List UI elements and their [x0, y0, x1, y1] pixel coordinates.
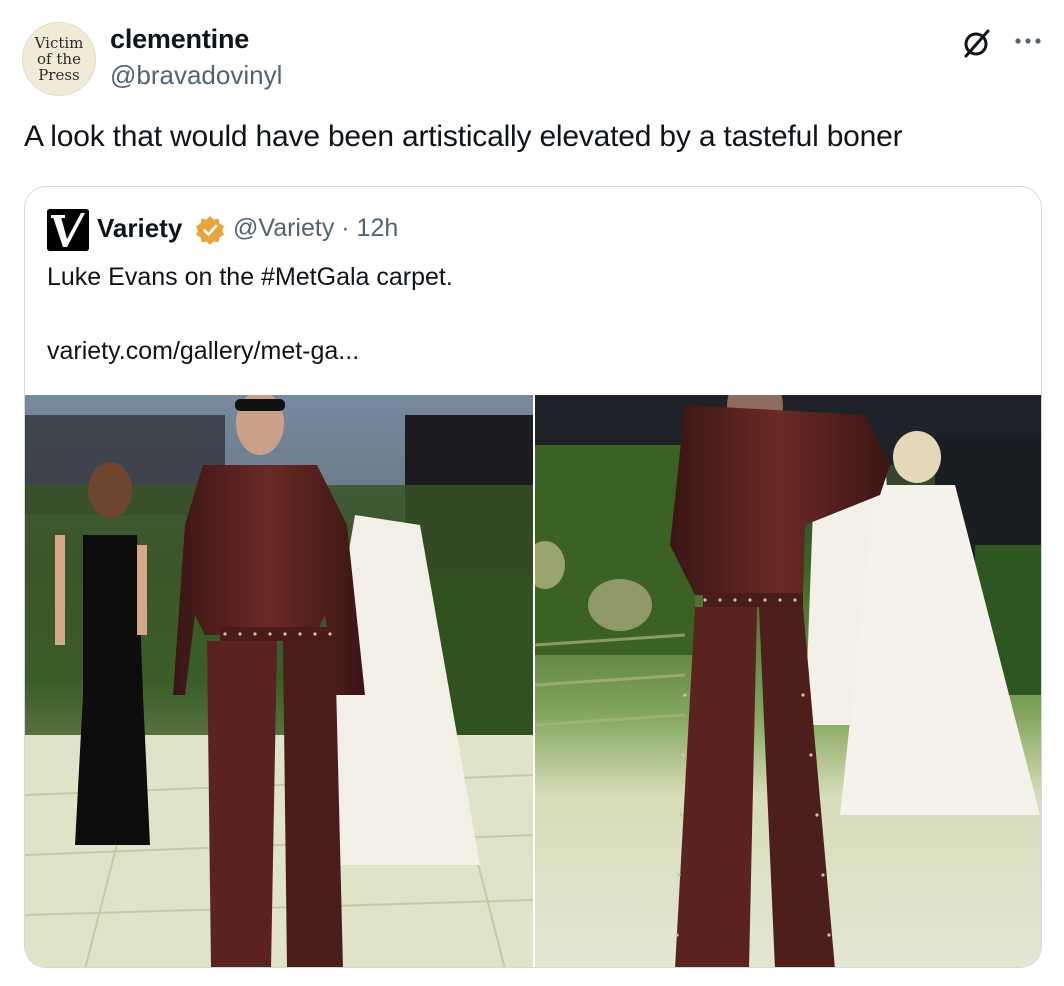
avatar-line-1: Victim: [34, 34, 84, 52]
verified-badge-icon: [196, 216, 224, 245]
quoted-tweet-card[interactable]: Variety @Variety · 12h Luke Evans on the…: [24, 186, 1042, 968]
quoted-link[interactable]: variety.com/gallery/met-ga...: [47, 337, 359, 366]
avatar-line-3: Press: [38, 66, 80, 84]
quoted-handle-time[interactable]: @Variety · 12h: [233, 214, 398, 243]
back-view-photo[interactable]: [535, 395, 1041, 967]
author-display-name[interactable]: clementine: [110, 24, 249, 55]
more-icon[interactable]: [1012, 30, 1044, 52]
quoted-author-name[interactable]: Variety: [97, 213, 182, 244]
avatar-line-2: of the: [37, 50, 81, 68]
front-view-photo[interactable]: [25, 395, 533, 967]
variety-logo-icon[interactable]: [47, 209, 89, 251]
tweet-text: A look that would have been artistically…: [24, 120, 903, 153]
author-handle[interactable]: @bravadovinyl: [110, 60, 282, 91]
media-grid: [25, 395, 1041, 967]
grok-icon[interactable]: [958, 26, 994, 62]
quoted-tweet-text: Luke Evans on the #MetGala carpet.: [47, 263, 453, 291]
avatar[interactable]: Victim of the Press: [22, 22, 96, 96]
